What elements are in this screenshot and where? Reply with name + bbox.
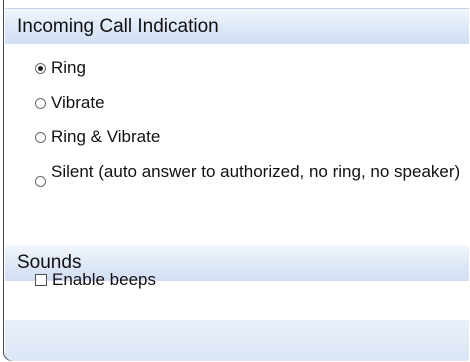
radio-option-vibrate[interactable]: Vibrate (35, 93, 105, 113)
radio-button-vibrate[interactable] (35, 98, 46, 109)
radio-button-silent[interactable] (35, 176, 46, 187)
radio-option-silent[interactable]: Silent (auto answer to authorized, no ri… (35, 162, 460, 187)
incoming-call-section-header: Incoming Call Indication (5, 8, 469, 44)
settings-panel: Incoming Call Indication Ring Vibrate Ri… (3, 0, 469, 361)
checkbox-enable-beeps[interactable] (35, 274, 47, 286)
radio-label-ring-and-vibrate: Ring & Vibrate (51, 127, 161, 146)
radio-button-ring[interactable] (35, 63, 46, 74)
radio-label-ring: Ring (51, 58, 86, 77)
checkbox-option-enable-beeps[interactable]: Enable beeps (35, 270, 156, 290)
radio-button-ring-and-vibrate[interactable] (35, 132, 46, 143)
incoming-call-title: Incoming Call Indication (17, 16, 219, 37)
radio-option-ring-and-vibrate[interactable]: Ring & Vibrate (35, 127, 160, 147)
radio-option-ring[interactable]: Ring (35, 58, 86, 78)
radio-label-silent: Silent (auto answer to authorized, no ri… (51, 162, 461, 181)
radio-label-vibrate: Vibrate (51, 93, 105, 112)
panel-footer-bar (5, 320, 469, 361)
checkbox-label-enable-beeps: Enable beeps (52, 270, 156, 289)
